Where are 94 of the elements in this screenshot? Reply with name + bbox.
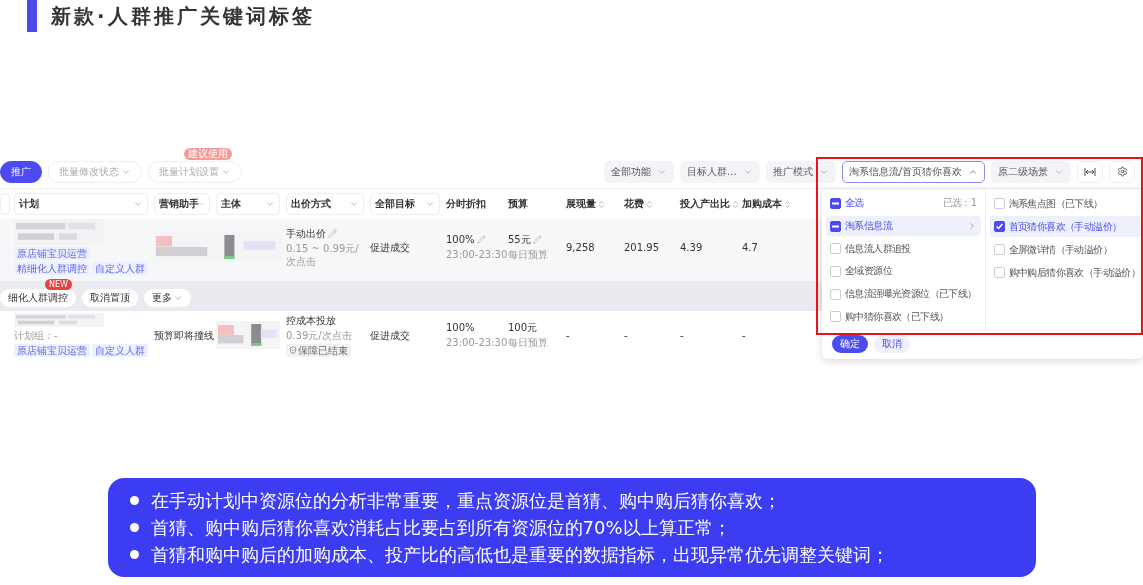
table-cell-text: - <box>680 328 685 342</box>
discount-value: 100% <box>446 233 504 246</box>
plan-tag: 原店铺宝贝运营 <box>14 344 90 357</box>
category-option[interactable]: 信息流强曝光资源位（已下线） <box>826 283 981 305</box>
settings-icon <box>1116 166 1128 177</box>
filter-select[interactable]: 全部功能 <box>604 160 675 183</box>
table-cell-text: 201.95 <box>624 240 660 254</box>
table-cell-text: 4.7 <box>742 240 759 254</box>
sort-icon[interactable] <box>597 199 606 209</box>
category-option[interactable]: 全域资源位 <box>826 261 981 282</box>
budget-note: 每日预算 <box>508 248 549 261</box>
goal-text: 促进成交 <box>370 328 411 342</box>
checkbox[interactable] <box>830 220 841 232</box>
category-option[interactable]: 信息流人群追投 <box>826 238 981 259</box>
column-width-button[interactable] <box>1077 160 1103 183</box>
placement-option[interactable]: 购中购后猜你喜欢（手动溢价） <box>989 262 1143 283</box>
column-header[interactable]: 花费 <box>624 197 680 211</box>
placement-option[interactable]: 全屏微详情（手动溢价） <box>989 239 1143 260</box>
bullet-text: 首猜和购中购后的加购成本、投产比的高低也是重要的数据指标，出现异常优先调整关键词； <box>150 543 889 567</box>
table-cell-text: 4.39 <box>680 240 704 254</box>
toolbar-button[interactable]: 推广 <box>0 160 42 183</box>
column-header[interactable]: 投入产出比 <box>680 197 742 211</box>
assistant-note: 预算即将撞线 <box>154 328 212 342</box>
bid-mode: 手动出价 <box>286 226 366 240</box>
plan-tag: 原店铺宝贝运营 <box>14 247 90 260</box>
confirm-button[interactable]: 确定 <box>832 335 868 353</box>
edit-icon[interactable] <box>328 228 337 238</box>
bid-mode: 控成本投放 <box>286 313 337 327</box>
chevron-down-icon <box>425 199 435 209</box>
table-cell-text: - <box>624 328 629 342</box>
budget-note: 每日预算 <box>508 336 549 349</box>
chevron-down-icon <box>133 199 143 209</box>
goal-text: 促进成交 <box>370 240 411 254</box>
check-icon <box>994 222 1004 231</box>
filter-select[interactable]: 原二级场景 <box>991 160 1071 183</box>
table-cell-text: - <box>566 328 571 342</box>
column-filter-select[interactable]: 出价方式 <box>286 193 364 215</box>
chevron-down-icon <box>265 199 275 209</box>
slide-title: 新款·人群推广关键词标签 <box>51 2 315 30</box>
column-filter-select[interactable]: 营销助手 <box>154 193 210 215</box>
row-action-button[interactable]: 更多 <box>144 289 191 307</box>
filter-select[interactable]: 推广模式 <box>765 160 836 183</box>
table-cell-text: 9,258 <box>566 240 596 254</box>
sort-icon[interactable] <box>731 199 740 209</box>
column-filter-select[interactable]: 计划 <box>14 193 148 215</box>
status-badge: 保障已结束 <box>286 343 351 357</box>
plan-tag: 精细化人群调控 <box>14 262 90 275</box>
category-option[interactable]: 购中猜你喜欢（已下线） <box>826 306 981 328</box>
cancel-button[interactable]: 取消 <box>874 335 910 353</box>
category-option[interactable]: 淘系信息流 <box>826 215 981 237</box>
edit-icon[interactable] <box>476 235 486 244</box>
bullet-text: 在手动计划中资源位的分析非常重要，重点资源位是首猜、购中购后猜你喜欢； <box>150 489 781 513</box>
new-badge: NEW <box>45 279 72 290</box>
column-header[interactable]: 展现量 <box>566 197 624 211</box>
select-all-option[interactable]: 全选 已选：1 <box>826 193 981 214</box>
scene-select[interactable]: 淘系信息流/首页猜你喜欢 <box>841 160 985 183</box>
column-width-icon <box>1084 167 1096 176</box>
placement-option[interactable]: 首页猜你喜欢（手动溢价） <box>989 216 1143 237</box>
selected-count: 已选：1 <box>942 196 977 211</box>
bullet-dot <box>129 550 139 559</box>
row-action-button[interactable]: 细化人群调控 <box>0 289 76 307</box>
bullet-dot <box>129 496 139 505</box>
column-filter-select[interactable]: 全部目标 <box>370 193 440 215</box>
accent-bar <box>27 0 37 32</box>
chevron-down-icon <box>349 199 359 209</box>
sort-icon[interactable] <box>783 199 792 209</box>
bullet-text: 首猜、购中购后猜你喜欢消耗占比要占到所有资源位的70%以上算正常； <box>150 516 731 540</box>
column-filter-select[interactable]: 主体 <box>216 193 280 215</box>
plan-tag: 自定义人群 <box>92 344 148 357</box>
discount-value: 100% <box>446 321 476 334</box>
column-header[interactable]: 加购成本 <box>742 197 802 211</box>
bullet-dot <box>129 523 139 532</box>
checkbox[interactable] <box>830 197 841 209</box>
dash-icon <box>832 224 839 228</box>
settings-button[interactable] <box>1109 160 1135 183</box>
shield-icon <box>289 346 297 354</box>
table-cell-text: - <box>742 328 747 342</box>
edit-icon[interactable] <box>532 235 542 244</box>
placement-option[interactable]: 淘系焦点图（已下线） <box>989 193 1143 214</box>
filter-select[interactable]: 目标人群... <box>680 160 760 183</box>
dash-icon <box>832 201 839 205</box>
budget-value: 100元 <box>508 321 539 334</box>
column-header: 分时折扣 <box>446 197 487 211</box>
chevron-down-icon <box>173 293 183 303</box>
plan-tag: 自定义人群 <box>92 262 148 275</box>
sort-icon[interactable] <box>645 199 654 209</box>
hint-badge: 建议使用 <box>184 147 232 160</box>
bid-price: 0.39元/次点击 <box>286 328 353 342</box>
budget-value: 55元 <box>508 233 562 246</box>
checkbox[interactable] <box>993 221 1005 232</box>
row-action-button[interactable]: 取消置顶 <box>82 289 138 307</box>
plan-group: 计划组：- <box>14 329 150 342</box>
bid-price: 0.15 ~ 0.99元/次点击 <box>286 241 360 268</box>
column-header: 预算 <box>508 197 529 211</box>
